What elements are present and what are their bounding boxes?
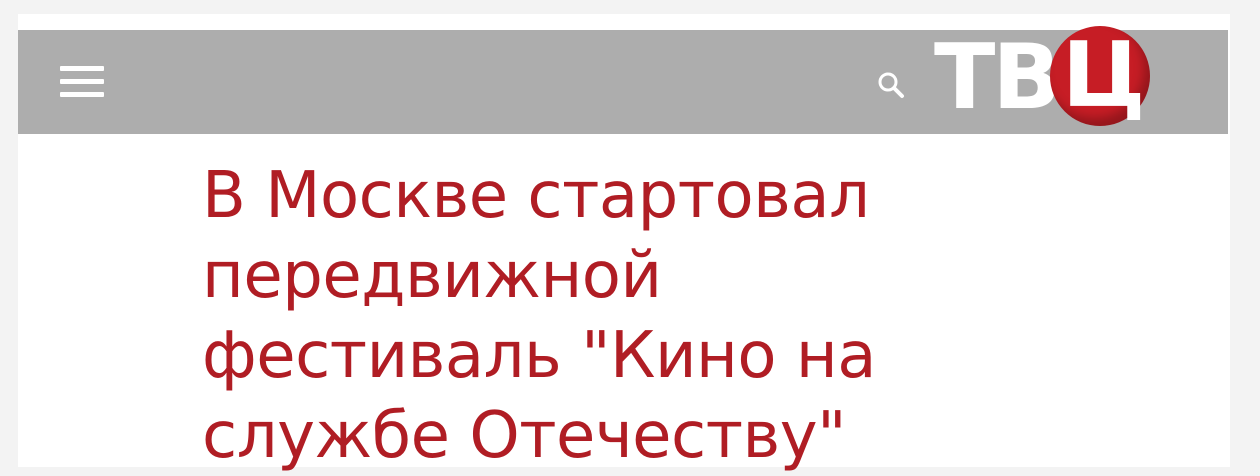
menu-line	[60, 79, 104, 84]
logo-text-circle: Ц	[1062, 23, 1146, 128]
menu-line	[60, 66, 104, 71]
article-headline: В Москве стартовал передвижной фестиваль…	[202, 159, 876, 473]
tvc-logo[interactable]: ТВ Ц	[928, 18, 1198, 130]
menu-line	[60, 92, 104, 97]
magnifier-icon	[878, 72, 904, 98]
logo-text-white: ТВ	[934, 25, 1061, 130]
hamburger-menu-icon[interactable]	[60, 66, 104, 102]
search-icon[interactable]	[874, 68, 910, 104]
